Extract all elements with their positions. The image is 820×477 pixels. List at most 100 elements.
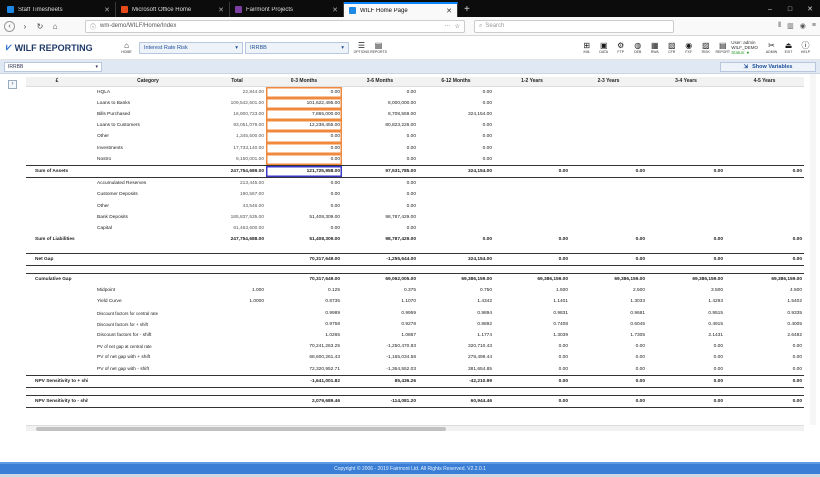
account-icon[interactable]: ◉ [800, 22, 806, 30]
help-button[interactable]: ⓘ HELP [797, 41, 814, 54]
url-bar[interactable]: ⓘ wm-demo/WILF/Home/Index ··· ☆ [85, 19, 465, 33]
vertical-scrollbar[interactable] [810, 74, 816, 425]
table-cell: 1.4293 [708, 299, 723, 305]
close-tab-icon[interactable]: ✕ [218, 6, 224, 14]
tool-button-rwa[interactable]: ▦ RWA [646, 41, 663, 54]
table-cell: 9,150,001.00 [235, 156, 264, 162]
tool-button-risk[interactable]: ▨ RISK [697, 41, 714, 54]
table-cell [647, 131, 725, 142]
horizontal-scroll-thumb[interactable] [36, 427, 446, 431]
column-header: Category [88, 77, 208, 87]
model-select[interactable]: IRRBB ▾ [245, 41, 349, 54]
table-cell: 98,787,429.00 [385, 214, 416, 220]
menu-icon[interactable]: ≡ [812, 22, 816, 30]
table-cell: 1.500 [555, 288, 568, 294]
forward-button[interactable]: › [20, 22, 30, 31]
app-logo[interactable]: ⩗ WILF REPORTING [6, 42, 118, 53]
table-row: Sum of Assets 247,754,689.00 121,725,958.0… [26, 164, 804, 179]
horizontal-scrollbar[interactable] [26, 425, 804, 431]
table-cell [725, 86, 804, 98]
row-label: NPV Sensitivity to - shift [26, 395, 88, 409]
table-cell: 0.9894 [477, 310, 492, 316]
back-button[interactable]: ‹ [4, 20, 15, 32]
row-label: NPV Sensitivity to + shift [26, 374, 88, 389]
table-cell: 0.9831 [553, 310, 568, 316]
more-icon[interactable]: ··· [445, 23, 451, 29]
table-cell [494, 178, 570, 190]
table-cell: 101,622,495.00 [266, 98, 342, 109]
tool-button-cfr[interactable]: ▧ CFR [663, 41, 680, 54]
close-tab-icon[interactable]: ✕ [104, 6, 110, 14]
home-icon[interactable]: ⌂ [50, 22, 60, 31]
column-header: 4-5 Years [725, 77, 804, 87]
table-cell: 0.00 [482, 89, 492, 95]
table-cell: 51,408,309.00 [309, 237, 340, 243]
expand-sidebar-button[interactable]: › [8, 80, 17, 89]
row-category: Investments [97, 145, 123, 151]
table-cell: 93,051,079.00 [233, 123, 264, 129]
table-cell [647, 189, 725, 200]
row-category: Bank Deposits [97, 214, 128, 220]
tool-button-report[interactable]: ▤ REPORT [714, 41, 731, 54]
table-cell: 0.00 [647, 252, 725, 267]
sidebar-icon[interactable]: ▥ [787, 22, 794, 30]
tool-button-data[interactable]: ▣ DATA [595, 41, 612, 54]
blank-cell [26, 245, 804, 253]
row-category: PV of net gap at central rate [97, 344, 152, 350]
close-window-icon[interactable]: ✕ [800, 2, 820, 17]
table-cell: 0.00 [558, 355, 568, 361]
browser-tab[interactable]: Microsoft Office Home ✕ [116, 2, 230, 17]
help-icon: ⓘ [801, 41, 810, 50]
library-icon[interactable]: ⫴ [778, 22, 781, 30]
table-cell: 0.6045 [630, 321, 645, 327]
row-label: Cumulative Gap [26, 273, 88, 286]
tool-button-ftp[interactable]: ⚙ FTP [612, 41, 629, 54]
close-tab-icon[interactable]: ✕ [332, 6, 338, 14]
table-cell [208, 364, 266, 376]
table-cell: 1.1401 [553, 299, 568, 305]
table-cell: 0.9335 [787, 310, 802, 316]
row-category [88, 273, 208, 286]
search-input[interactable]: ⌕ Search [474, 19, 674, 33]
table-cell: 0.00 [494, 252, 570, 267]
tool-data-icon: ▣ [599, 41, 608, 50]
browser-tab[interactable]: Staff Timesheets ✕ [2, 2, 116, 17]
table-cell: 69,062,005.00 [342, 273, 418, 286]
options-label: OPTIONS [353, 50, 370, 54]
home-nav-button[interactable]: ⌂ HOME [118, 41, 135, 54]
table-cell [570, 212, 647, 223]
browser-tab[interactable]: WILF Home Page ✕ [344, 2, 458, 17]
browser-tab[interactable]: Fairmont Projects ✕ [230, 2, 344, 17]
row-category [88, 252, 208, 267]
maximize-icon[interactable]: □ [780, 2, 800, 17]
admin-button[interactable]: ✂ ADMIN [763, 41, 780, 54]
table-cell: 72,320,952.71 [309, 366, 340, 372]
table-cell: 1.5402 [787, 299, 802, 305]
tool-label: FXF [685, 50, 693, 54]
tool-button-xml[interactable]: ⊞ XML [578, 41, 595, 54]
table-cell: 0.8735 [325, 299, 340, 305]
show-variables-button[interactable]: ⇲ Show Variables [720, 61, 816, 72]
table-cell: 1.3039 [553, 333, 568, 339]
report-content: › £ Category Total 0-3 Months 3-6 Months 6-12… [0, 74, 820, 431]
tool-button-deb[interactable]: ◍ DEB [629, 41, 646, 54]
tool-button-fxf[interactable]: ◉ FXF [680, 41, 697, 54]
row-category [88, 234, 208, 245]
minimize-icon[interactable]: – [760, 2, 780, 17]
risk-type-select[interactable]: Interest Rate Risk ▾ [139, 41, 243, 54]
reload-icon[interactable]: ↻ [35, 22, 45, 31]
reports-label: REPORTS [370, 50, 387, 54]
exit-button[interactable]: ⏏ EXIT [780, 41, 797, 54]
new-tab-button[interactable]: + [458, 2, 476, 17]
row-label [26, 223, 88, 234]
options-icon: ☰ [357, 41, 366, 50]
bookmark-star-icon[interactable]: ☆ [455, 23, 460, 30]
table-cell [494, 131, 570, 142]
row-label [26, 341, 88, 352]
report-select[interactable]: IRRBB ▾ [4, 61, 102, 72]
options-button[interactable]: ☰ OPTIONS [353, 41, 370, 54]
table-cell: 0.00 [482, 100, 492, 106]
close-tab-icon[interactable]: ✕ [446, 7, 452, 15]
table-cell: 1.000 [251, 288, 264, 294]
reports-button[interactable]: ▤ REPORTS [370, 41, 387, 54]
